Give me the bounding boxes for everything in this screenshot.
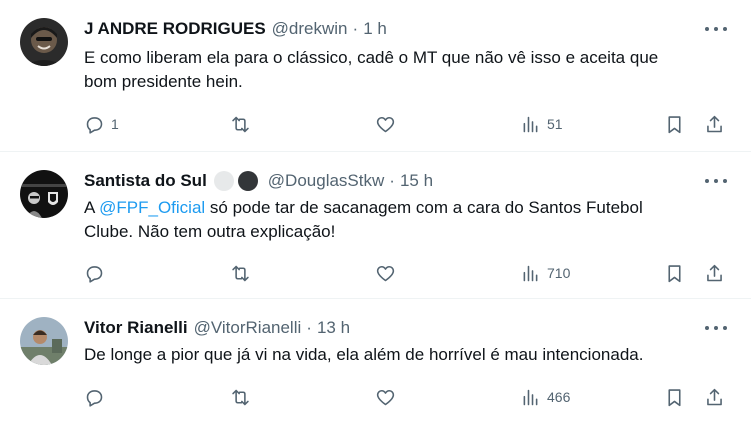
tweet-actions: 710 xyxy=(84,261,734,285)
share-button[interactable] xyxy=(704,385,725,409)
share-button[interactable] xyxy=(704,112,725,136)
affiliation-badge[interactable] xyxy=(237,171,258,191)
tweet[interactable]: Vitor Rianelli @VitorRianelli · 13 h De … xyxy=(0,299,751,433)
like-button[interactable] xyxy=(375,385,396,409)
like-button[interactable] xyxy=(375,112,396,136)
tweet-text-line: E como liberam ela para o clássico, cadê… xyxy=(84,48,659,67)
tweet-text: De longe a pior que já vi na vida, ela a… xyxy=(84,343,734,367)
retweet-button[interactable] xyxy=(230,385,251,409)
views-icon xyxy=(523,265,538,281)
tweet-time[interactable]: 13 h xyxy=(317,318,350,338)
author-handle[interactable]: @drekwin xyxy=(272,19,348,39)
tweet-text: A @FPF_Oficial só pode tar de sacanagem … xyxy=(84,196,734,244)
reply-button[interactable] xyxy=(84,385,105,409)
separator-dot: · xyxy=(306,318,312,337)
avatar[interactable] xyxy=(20,170,68,218)
bookmark-button[interactable] xyxy=(664,261,685,285)
affiliation-badges xyxy=(213,171,262,191)
bookmark-icon xyxy=(668,388,681,406)
text-prefix: A xyxy=(84,198,100,217)
like-icon xyxy=(376,265,395,281)
tweet-time[interactable]: 15 h xyxy=(400,171,433,191)
tweet-actions: 1 51 xyxy=(84,112,734,136)
reply-count: 1 xyxy=(111,116,119,132)
tweet-text-line: Clube. Não tem outra explicação! xyxy=(84,222,336,241)
reply-button[interactable] xyxy=(84,261,105,285)
tweet-text: E como liberam ela para o clássico, cadê… xyxy=(84,46,734,94)
views-button[interactable]: 466 xyxy=(520,385,570,409)
bookmark-button[interactable] xyxy=(664,385,685,409)
share-icon xyxy=(707,115,722,132)
tweet-text-line: De longe a pior que já vi na vida, ela a… xyxy=(84,345,644,364)
bookmark-icon xyxy=(668,264,681,282)
avatar[interactable] xyxy=(20,317,68,365)
tweet-header: Santista do Sul @DouglasStkw · 15 h xyxy=(84,170,433,192)
tweet-time[interactable]: 1 h xyxy=(363,19,387,39)
tweet-text-line: bom presidente hein. xyxy=(84,72,243,91)
share-icon xyxy=(707,264,722,281)
retweet-icon xyxy=(232,116,249,132)
retweet-button[interactable] xyxy=(230,261,251,285)
tweet-header: J ANDRE RODRIGUES @drekwin · 1 h xyxy=(84,18,387,40)
author-name[interactable]: Santista do Sul xyxy=(84,171,207,191)
more-icon[interactable] xyxy=(705,172,727,190)
mention-link[interactable]: @FPF_Oficial xyxy=(99,198,205,217)
reply-icon xyxy=(86,389,103,407)
views-button[interactable]: 710 xyxy=(520,261,570,285)
more-icon[interactable] xyxy=(705,20,727,38)
tweet-actions: 466 xyxy=(84,385,734,409)
tweet[interactable]: Santista do Sul @DouglasStkw · 15 h A @F… xyxy=(0,152,751,299)
avatar[interactable] xyxy=(20,18,68,66)
reply-icon xyxy=(86,116,103,134)
bookmark-button[interactable] xyxy=(664,112,685,136)
author-name[interactable]: Vitor Rianelli xyxy=(84,318,188,338)
tweet-header: Vitor Rianelli @VitorRianelli · 13 h xyxy=(84,317,350,339)
more-icon[interactable] xyxy=(705,319,727,337)
separator-dot: · xyxy=(352,19,359,38)
reply-button[interactable]: 1 xyxy=(84,112,119,136)
share-icon xyxy=(707,388,722,405)
views-count: 51 xyxy=(547,116,563,132)
share-button[interactable] xyxy=(704,261,725,285)
retweet-icon xyxy=(232,389,249,405)
bookmark-icon xyxy=(668,115,681,133)
views-icon xyxy=(523,116,538,132)
tweet-text-line: A @FPF_Oficial só pode tar de sacanagem … xyxy=(84,196,734,220)
views-count: 466 xyxy=(547,389,571,405)
views-button[interactable]: 51 xyxy=(520,112,563,136)
like-button[interactable] xyxy=(375,261,396,285)
views-icon xyxy=(523,389,538,405)
retweet-button[interactable] xyxy=(230,112,251,136)
tweet[interactable]: J ANDRE RODRIGUES @drekwin · 1 h E como … xyxy=(0,0,751,152)
like-icon xyxy=(376,389,395,405)
tweet-feed: J ANDRE RODRIGUES @drekwin · 1 h E como … xyxy=(0,0,751,433)
reply-icon xyxy=(86,265,103,283)
like-icon xyxy=(376,116,395,132)
affiliation-badge[interactable] xyxy=(213,171,234,191)
retweet-icon xyxy=(232,265,249,281)
separator-dot: · xyxy=(389,171,395,190)
author-name[interactable]: J ANDRE RODRIGUES xyxy=(84,19,266,39)
author-handle[interactable]: @DouglasStkw xyxy=(268,171,384,191)
text-rest: só pode tar de sacanagem com a cara do S… xyxy=(205,198,643,217)
views-count: 710 xyxy=(547,265,571,281)
author-handle[interactable]: @VitorRianelli xyxy=(194,318,302,338)
